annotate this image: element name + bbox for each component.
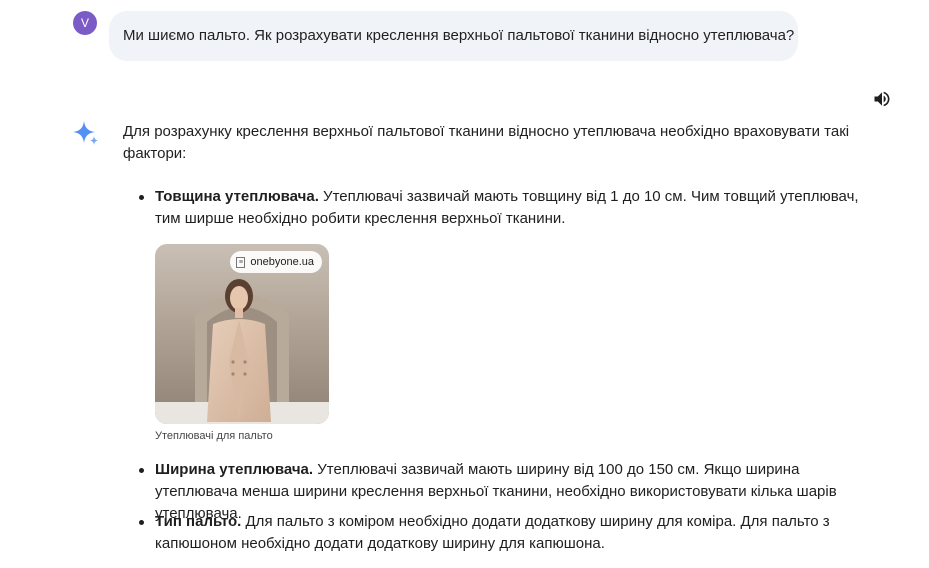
response-intro: Для розрахунку креслення верхньої пальто… [123,123,850,162]
speaker-icon[interactable] [872,89,892,109]
list-item: Тип пальто. Для пальто з коміром необхід… [139,511,875,555]
bullet-title: Ширина утеплювача. [155,461,314,478]
user-avatar[interactable]: V [73,11,97,35]
image-source-chip[interactable]: ≡ onebyone.ua [230,251,322,273]
coat-image[interactable]: ≡ onebyone.ua [155,244,329,424]
sparkle-icon [72,120,100,148]
image-source-label: onebyone.ua [250,256,314,268]
chat-page: V Ми шиємо пальто. Як розрахувати кресле… [0,0,929,568]
bullet-text: Для пальто з коміром необхідно додати до… [155,513,830,552]
bullet-title: Тип пальто. [155,513,242,530]
image-caption: Утеплювачі для пальто [155,430,273,442]
bullet-title: Товщина утеплювача. [155,188,319,205]
user-message: Ми шиємо пальто. Як розрахувати кресленн… [109,11,798,61]
list-item: Товщина утеплювача. Утеплювачі зазвичай … [139,186,875,230]
site-favicon-icon: ≡ [236,256,246,268]
